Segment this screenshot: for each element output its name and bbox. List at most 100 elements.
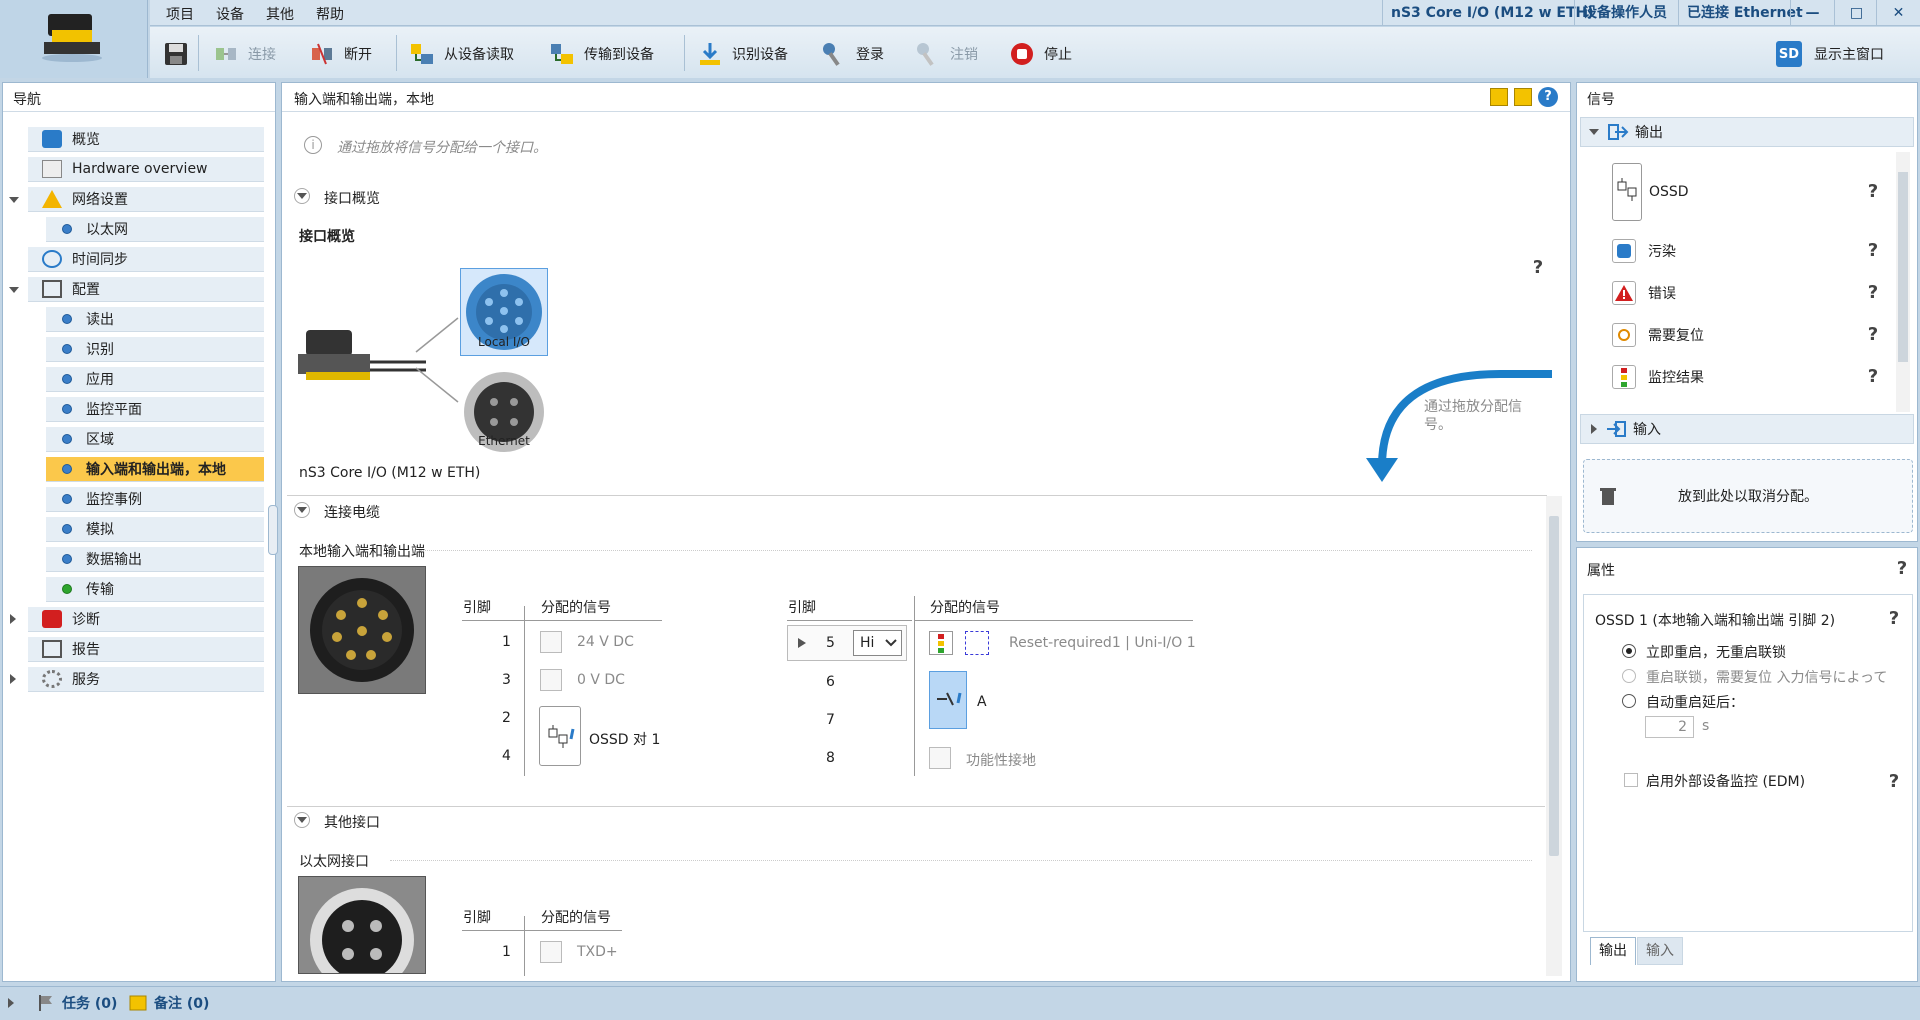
- ethernet-interface-title: 以太网接口: [299, 854, 369, 870]
- pin5-level-select[interactable]: Hi: [853, 630, 902, 656]
- nav-fields[interactable]: 区域: [46, 427, 264, 452]
- empty-signal-slot[interactable]: [965, 631, 989, 655]
- expand-config-toggle[interactable]: [9, 287, 19, 293]
- properties-help-icon[interactable]: ?: [1893, 560, 1911, 578]
- nav-data-output[interactable]: 数据输出: [46, 547, 264, 572]
- ethernet-connector-tile[interactable]: Ethernet: [460, 368, 548, 456]
- logout-button[interactable]: 注销: [914, 41, 978, 67]
- status-dot-icon: [62, 344, 72, 354]
- connect-button[interactable]: 连接: [212, 41, 276, 67]
- user-role[interactable]: 设备操作人员: [1574, 0, 1675, 26]
- restart-immediate-radio[interactable]: [1622, 644, 1636, 658]
- transfer-to-device-button[interactable]: 传输到设备: [548, 41, 654, 67]
- pin67-signal[interactable]: [929, 671, 967, 729]
- inputs-group-header[interactable]: 输入: [1580, 414, 1914, 444]
- nav-monitoring-plane[interactable]: 监控平面: [46, 397, 264, 422]
- menu-help[interactable]: 帮助: [316, 4, 344, 24]
- unassign-drop-zone[interactable]: 放到此处以取消分配。: [1583, 459, 1913, 533]
- signal-help-icon[interactable]: ?: [1864, 368, 1882, 386]
- nav-time-sync[interactable]: 时间同步: [28, 247, 264, 272]
- nav-identification[interactable]: 识别: [46, 337, 264, 362]
- nav-diagnostics[interactable]: 诊断: [28, 607, 264, 632]
- nav-ethernet[interactable]: 以太网: [46, 217, 264, 242]
- signal-monitoring-result[interactable]: 监控结果: [1612, 365, 1704, 389]
- nav-hardware-overview[interactable]: Hardware overview: [28, 157, 264, 182]
- menu-device[interactable]: 设备: [216, 4, 244, 24]
- signal-help-icon[interactable]: ?: [1864, 183, 1882, 201]
- signal-label: 错误: [1648, 286, 1676, 302]
- nav-network-settings[interactable]: 网络设置: [28, 187, 264, 212]
- nav-configuration[interactable]: 配置: [28, 277, 264, 302]
- restart-delay-input[interactable]: 2: [1645, 716, 1694, 738]
- tasks-indicator[interactable]: 任务 (0): [36, 993, 117, 1013]
- nav-simulation[interactable]: 模拟: [46, 517, 264, 542]
- menu-other[interactable]: 其他: [266, 4, 294, 24]
- status-expand-toggle[interactable]: [8, 998, 14, 1008]
- signal-help-icon[interactable]: ?: [1864, 242, 1882, 260]
- outputs-group-header[interactable]: 输出: [1580, 117, 1914, 147]
- nav-application[interactable]: 应用: [46, 367, 264, 392]
- disconnect-button[interactable]: 断开: [308, 41, 372, 67]
- maximize-button[interactable]: □: [1834, 0, 1878, 26]
- signals-scrollbar[interactable]: [1896, 152, 1910, 412]
- nav-report[interactable]: 报告: [28, 637, 264, 662]
- status-dot-icon: [62, 434, 72, 444]
- signal-help-icon[interactable]: ?: [1864, 326, 1882, 344]
- properties-title-help-icon[interactable]: ?: [1885, 610, 1903, 628]
- nav-overview[interactable]: 概览: [28, 127, 264, 152]
- show-main-window-button[interactable]: SD 显示主窗口: [1776, 41, 1884, 67]
- expand-diagnostics-toggle[interactable]: [10, 614, 16, 624]
- comment-icon[interactable]: [1490, 88, 1508, 106]
- close-button[interactable]: ✕: [1876, 0, 1920, 26]
- signal-contamination[interactable]: 污染: [1612, 239, 1676, 263]
- signal-error[interactable]: 错误: [1612, 281, 1676, 305]
- edm-checkbox[interactable]: [1624, 773, 1638, 787]
- restart-interlock-radio[interactable]: [1622, 669, 1636, 683]
- scrollbar-thumb[interactable]: [1549, 516, 1559, 856]
- ossd-pair-signal[interactable]: [539, 706, 581, 766]
- nav-label: 区域: [86, 432, 114, 448]
- panel-splitter-handle[interactable]: [268, 505, 278, 555]
- ossd-signal-tile[interactable]: [1612, 163, 1642, 221]
- notes-indicator[interactable]: 备注 (0): [128, 993, 209, 1013]
- minimize-button[interactable]: —: [1790, 0, 1834, 26]
- nav-label: 概览: [72, 132, 100, 148]
- stop-button[interactable]: 停止: [1008, 41, 1072, 67]
- nav-transfer[interactable]: 传输: [46, 577, 264, 602]
- collapse-other-toggle[interactable]: [294, 812, 310, 828]
- expand-network-toggle[interactable]: [9, 197, 19, 203]
- traffic-light-icon[interactable]: [929, 631, 953, 655]
- local-io-connector-tile[interactable]: Local I/O: [460, 268, 548, 356]
- expand-service-toggle[interactable]: [10, 674, 16, 684]
- menu-project[interactable]: 项目: [166, 4, 194, 24]
- edm-help-icon[interactable]: ?: [1885, 773, 1903, 791]
- pin-signal: 0 V DC: [577, 672, 625, 688]
- login-button[interactable]: 登录: [820, 41, 884, 67]
- overview-help-icon[interactable]: ?: [1529, 259, 1547, 277]
- nav-readout[interactable]: 读出: [46, 307, 264, 332]
- play-icon[interactable]: [798, 638, 806, 648]
- identify-device-button[interactable]: 识别设备: [696, 41, 788, 67]
- signal-reset-required[interactable]: 需要复位: [1612, 323, 1704, 347]
- main-header: 输入端和输出端，本地: [294, 92, 434, 108]
- add-comment-icon[interactable]: [1514, 88, 1532, 106]
- scrollbar-thumb[interactable]: [1898, 172, 1908, 362]
- main-scrollbar[interactable]: [1546, 496, 1562, 976]
- pin67-label: A: [977, 694, 987, 710]
- collapse-cable-toggle[interactable]: [294, 502, 310, 518]
- help-icon[interactable]: ?: [1538, 87, 1558, 107]
- nav-local-io[interactable]: 输入端和输出端，本地: [46, 457, 264, 482]
- device-name-label: nS3 Core I/O (M12 w ETH): [299, 465, 481, 481]
- auto-restart-radio[interactable]: [1622, 694, 1636, 708]
- login-label: 登录: [856, 47, 884, 63]
- signal-help-icon[interactable]: ?: [1864, 284, 1882, 302]
- nav-monitoring-cases[interactable]: 监控事例: [46, 487, 264, 512]
- edm-label: 启用外部设备监控 (EDM): [1646, 774, 1806, 790]
- read-from-device-button[interactable]: 从设备读取: [408, 41, 514, 67]
- tab-input[interactable]: 输入: [1637, 937, 1683, 965]
- nav-service[interactable]: 服务: [28, 667, 264, 692]
- collapse-overview-toggle[interactable]: [294, 188, 310, 204]
- tab-output[interactable]: 输出: [1590, 937, 1636, 965]
- save-button[interactable]: [162, 41, 198, 67]
- ossd-icon: [548, 725, 575, 748]
